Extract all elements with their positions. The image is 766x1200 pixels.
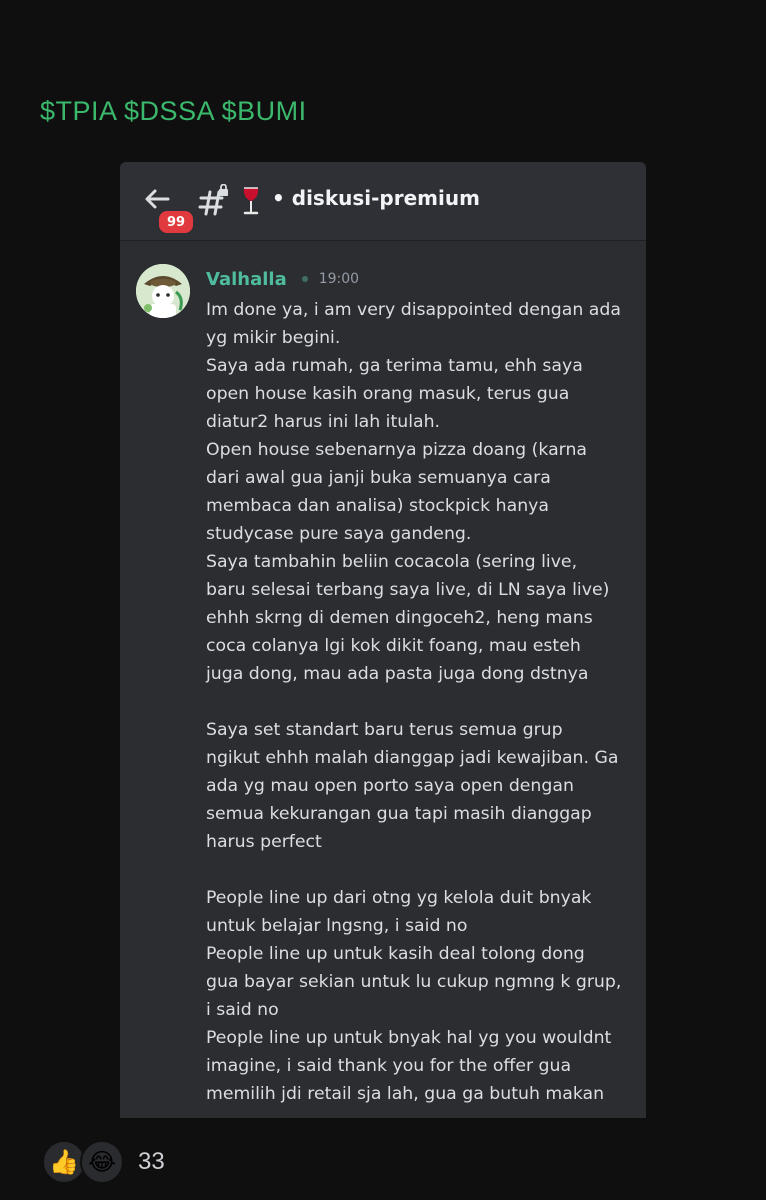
message-line: ada yg mau open porto saya open dengan	[206, 776, 574, 796]
message-line: yg mikir begini.	[206, 328, 341, 348]
message-line: imagine, i said thank you for the offer …	[206, 1056, 572, 1076]
message-line: Saya tambahin beliin cocacola (sering li…	[206, 552, 578, 572]
message-line: studycase pure saya gandeng.	[206, 524, 472, 544]
social-post: $TPIA $DSSA $BUMI 99 • diskusi-premium V…	[0, 0, 766, 1200]
message-line: Open house sebenarnya pizza doang (karna	[206, 440, 588, 460]
post-tickers[interactable]: $TPIA $DSSA $BUMI	[40, 96, 307, 127]
message-line: baru selesai terbang saya live, di LN sa…	[206, 580, 610, 600]
reactions-bar[interactable]: 👍 😂 33	[42, 1140, 165, 1184]
message-line: i said no	[206, 1000, 279, 1020]
timestamp: 19:00	[318, 271, 360, 287]
message-line: semua kekurangan gua tapi masih dianggap	[206, 804, 592, 824]
reaction-count: 33	[138, 1148, 165, 1175]
message-header: Valhalla 19:00	[206, 266, 359, 292]
message-line: coca colanya lgi kok dikit foang, mau es…	[206, 636, 581, 656]
tears-of-joy-icon: 😂	[80, 1140, 124, 1184]
message-line: ehhh skrng di demen dingoceh2, heng mans	[206, 608, 593, 628]
message-line: untuk belajar lngsng, i said no	[206, 916, 468, 936]
message-line: gua bayar sekian untuk lu cukup ngmng k …	[206, 972, 622, 992]
message-line: open house kasih orang masuk, terus gua	[206, 384, 570, 404]
message-line: People line up dari otng yg kelola duit …	[206, 888, 592, 908]
message-line: Saya ada rumah, ga terima tamu, ehh saya	[206, 356, 583, 376]
message-line: Im done ya, i am very disappointed denga…	[206, 300, 621, 320]
message-body: Im done ya, i am very disappointed denga…	[206, 296, 636, 1108]
discord-screenshot: 99 • diskusi-premium Valhalla 19:00 Im d…	[120, 162, 646, 1118]
message-line: Saya set standart baru terus semua grup	[206, 720, 563, 740]
role-icon	[301, 276, 308, 282]
unread-badge: 99	[156, 208, 196, 236]
wine-glass-icon	[243, 187, 259, 215]
locked-hash-icon	[198, 184, 228, 216]
message-line: ngikut ehhh malah dianggap jadi kewajiba…	[206, 748, 619, 768]
message-line: People line up untuk bnyak hal yg you wo…	[206, 1028, 612, 1048]
message-line: juga dong, mau ada pasta juga dong dstny…	[206, 664, 589, 684]
message-line: dari awal gua janji buka semuanya cara	[206, 468, 551, 488]
message-line: harus perfect	[206, 832, 322, 852]
message-line: memilih jdi retail sja lah, gua ga butuh…	[206, 1084, 605, 1104]
channel-header: 99 • diskusi-premium	[120, 162, 646, 241]
avatar[interactable]	[136, 264, 190, 318]
username[interactable]: Valhalla	[206, 269, 287, 290]
message-line: membaca dan analisa) stockpick hanya	[206, 496, 549, 516]
message-line: diatur2 harus ini lah itulah.	[206, 412, 441, 432]
message-line: People line up untuk kasih deal tolong d…	[206, 944, 585, 964]
channel-name[interactable]: • diskusi-premium	[272, 186, 480, 210]
